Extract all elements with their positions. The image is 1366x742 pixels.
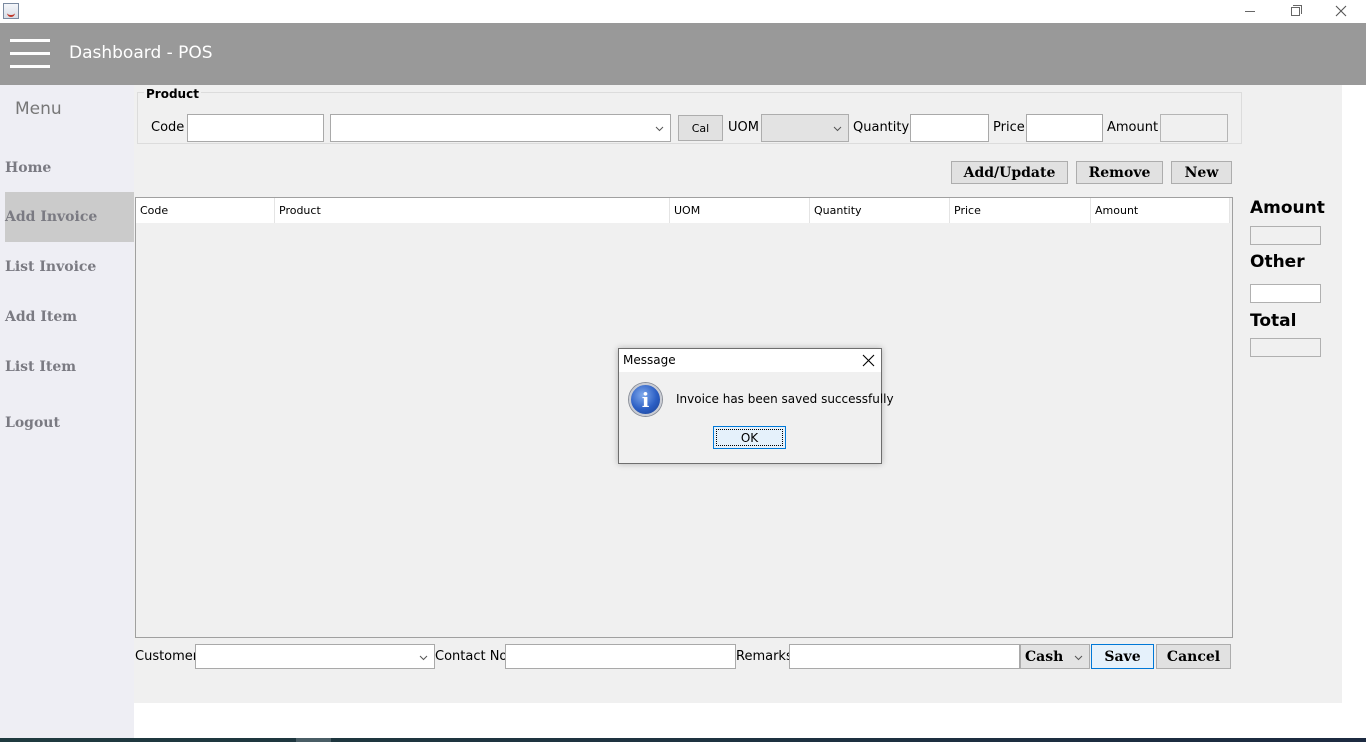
close-icon xyxy=(1335,5,1347,17)
sidebar-item-logout[interactable]: Logout xyxy=(5,398,134,448)
taskbar xyxy=(0,738,1366,742)
info-icon: i xyxy=(629,383,662,416)
summary-total-label: Total xyxy=(1250,311,1297,331)
customer-label: Customer xyxy=(135,649,199,664)
dialog-message: Invoice has been saved successfully xyxy=(676,392,894,406)
chevron-down-icon xyxy=(419,655,428,661)
sidebar: Menu Home Add Invoice List Invoice Add I… xyxy=(0,85,134,738)
quantity-label: Quantity xyxy=(853,120,910,135)
remarks-input[interactable] xyxy=(789,644,1020,669)
contact-label: Contact No xyxy=(435,649,508,664)
window-titlebar xyxy=(0,0,1366,23)
ok-button[interactable]: OK xyxy=(713,426,786,449)
save-button[interactable]: Save xyxy=(1091,644,1154,669)
window-close-button[interactable] xyxy=(1318,0,1364,22)
dialog-close-icon[interactable] xyxy=(862,354,875,367)
amount-input[interactable] xyxy=(1160,114,1228,142)
new-button[interactable]: New xyxy=(1171,161,1232,184)
column-header-uom[interactable]: UOM xyxy=(670,198,810,223)
column-header-product[interactable]: Product xyxy=(275,198,670,223)
add-update-button[interactable]: Add/Update xyxy=(951,161,1068,184)
column-header-price[interactable]: Price xyxy=(950,198,1091,223)
uom-label: UOM xyxy=(728,120,759,135)
column-header-quantity[interactable]: Quantity xyxy=(810,198,950,223)
code-input[interactable] xyxy=(187,114,324,142)
dialog-titlebar: Message xyxy=(619,349,881,372)
minimize-icon xyxy=(1245,10,1255,12)
remove-button[interactable]: Remove xyxy=(1076,161,1163,184)
summary-amount-label: Amount xyxy=(1250,198,1325,218)
restore-icon xyxy=(1290,4,1302,16)
app-header: Dashboard - POS xyxy=(0,23,1366,85)
product-group-label: Product xyxy=(144,87,201,101)
sidebar-item-list-invoice[interactable]: List Invoice xyxy=(5,242,134,292)
column-header-amount[interactable]: Amount xyxy=(1091,198,1230,223)
taskbar-active-item[interactable] xyxy=(296,738,331,742)
sidebar-title: Menu xyxy=(15,99,62,119)
message-dialog: Message i Invoice has been saved success… xyxy=(618,348,894,464)
minimize-button[interactable] xyxy=(1227,0,1273,22)
sidebar-item-add-item[interactable]: Add Item xyxy=(5,292,134,342)
dialog-title: Message xyxy=(623,353,676,367)
code-label: Code xyxy=(151,120,185,135)
summary-amount-field[interactable] xyxy=(1250,226,1321,245)
cal-button[interactable]: Cal xyxy=(678,115,723,141)
sidebar-item-home[interactable]: Home xyxy=(5,143,134,193)
chevron-down-icon xyxy=(833,126,842,132)
chevron-down-icon xyxy=(655,126,664,132)
contact-input[interactable] xyxy=(505,644,736,669)
quantity-input[interactable] xyxy=(910,114,989,142)
uom-select[interactable] xyxy=(761,114,849,142)
cancel-button[interactable]: Cancel xyxy=(1156,644,1231,669)
page-title: Dashboard - POS xyxy=(69,43,213,63)
summary-other-label: Other xyxy=(1250,252,1305,272)
amount-label: Amount xyxy=(1107,120,1159,135)
customer-select[interactable] xyxy=(195,644,435,669)
price-label: Price xyxy=(993,120,1025,135)
summary-total-field[interactable] xyxy=(1250,338,1321,357)
restore-button[interactable] xyxy=(1272,0,1318,22)
hamburger-icon[interactable] xyxy=(10,39,50,69)
sidebar-item-add-invoice[interactable]: Add Invoice xyxy=(5,192,134,242)
column-header-code[interactable]: Code xyxy=(136,198,275,223)
price-input[interactable] xyxy=(1026,114,1103,142)
summary-other-field[interactable] xyxy=(1250,284,1321,303)
chevron-down-icon xyxy=(1074,655,1083,661)
table-header: Code Product UOM Quantity Price Amount xyxy=(136,198,1230,223)
product-select[interactable] xyxy=(330,114,671,142)
sidebar-item-list-item[interactable]: List Item xyxy=(5,342,134,392)
payment-type-select[interactable]: Cash xyxy=(1020,644,1090,669)
java-cup-icon xyxy=(3,3,19,19)
remarks-label: Remarks xyxy=(736,649,793,664)
